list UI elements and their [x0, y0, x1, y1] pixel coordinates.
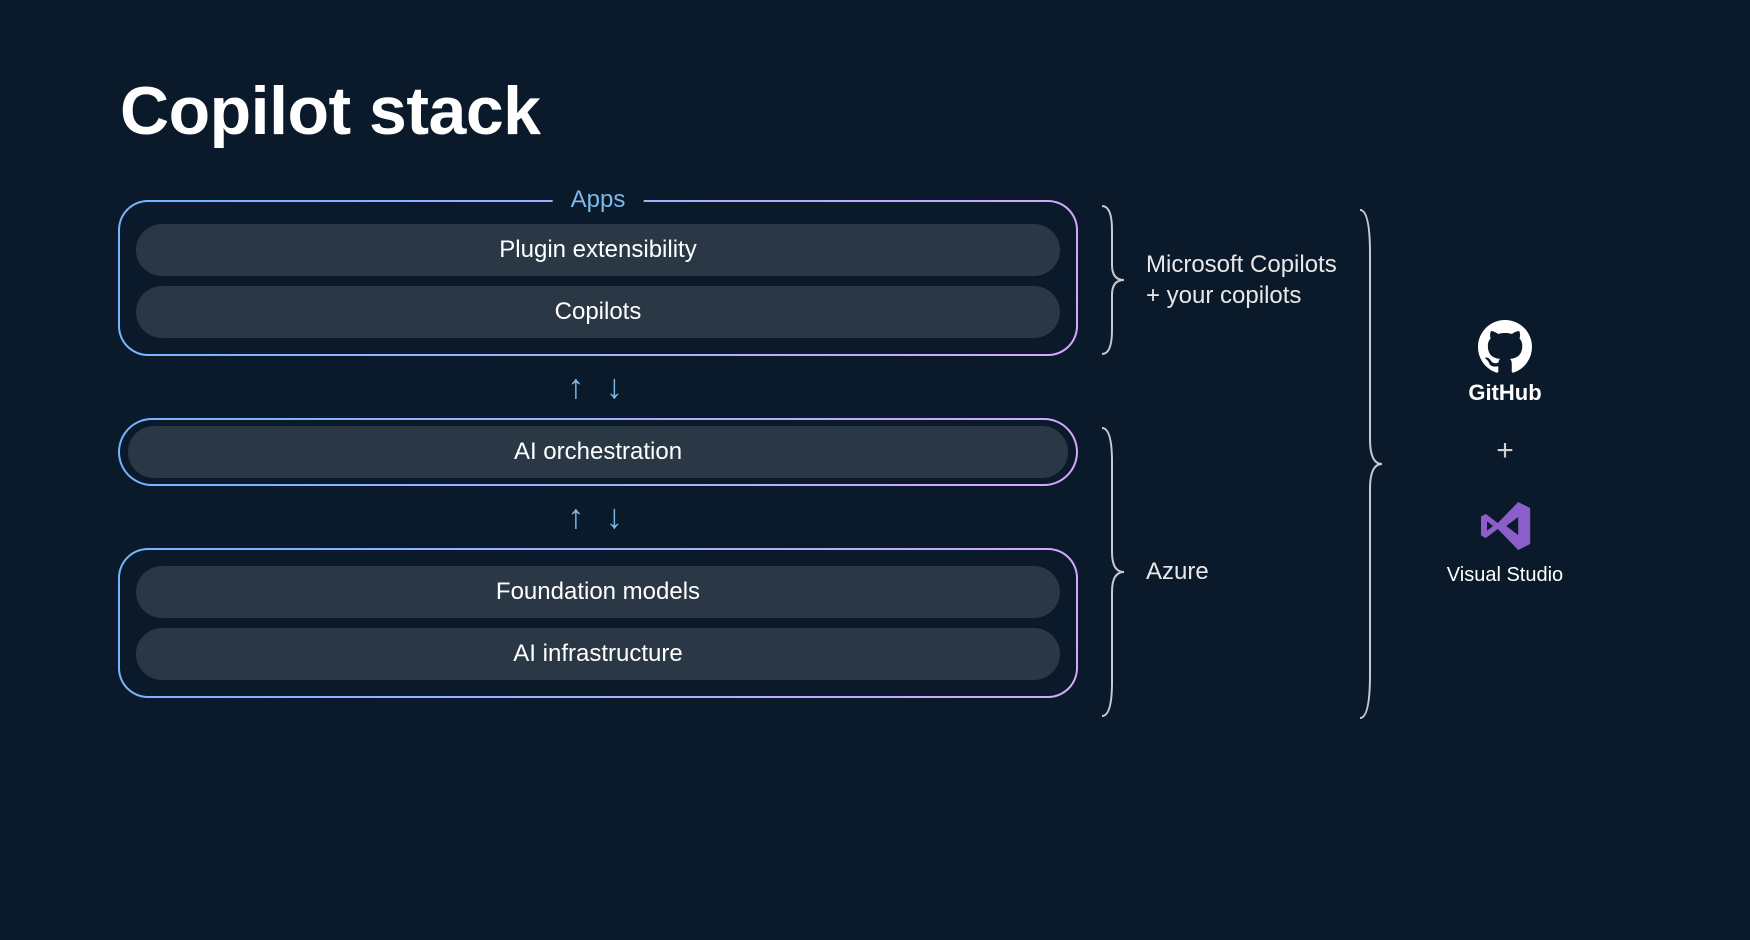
curly-brace-icon: [1098, 422, 1128, 722]
layer-foundation: Foundation models AI infrastructure: [118, 548, 1078, 698]
github-brand: GitHub: [1380, 320, 1630, 406]
pill-ai-infrastructure: AI infrastructure: [136, 628, 1060, 680]
github-icon: [1478, 320, 1532, 374]
layer-orchestration: AI orchestration: [118, 418, 1078, 486]
right-brands-column: GitHub + Visual Studio: [1380, 320, 1630, 587]
curly-brace-icon: [1098, 200, 1128, 360]
bidirectional-arrows-icon: ↑ ↓: [118, 486, 1078, 548]
layer-apps: Apps Plugin extensibility Copilots: [118, 200, 1078, 356]
brace-top-line2: + your copilots: [1146, 282, 1301, 309]
bidirectional-arrows-icon: ↑ ↓: [118, 356, 1078, 418]
visual-studio-brand: Visual Studio: [1380, 496, 1630, 587]
pill-plugin-extensibility: Plugin extensibility: [136, 224, 1060, 276]
visual-studio-label: Visual Studio: [1447, 564, 1563, 587]
page-title: Copilot stack: [120, 72, 540, 150]
plus-separator: +: [1380, 434, 1630, 468]
pill-copilots: Copilots: [136, 286, 1060, 338]
layer-apps-label: Apps: [553, 186, 644, 214]
pill-ai-orchestration: AI orchestration: [128, 426, 1068, 478]
brace-bottom-label: Azure: [1146, 556, 1209, 587]
visual-studio-icon: [1475, 496, 1535, 556]
brace-top-group: Microsoft Copilots + your copilots: [1098, 200, 1337, 360]
brace-bottom-group: Azure: [1098, 422, 1209, 722]
pill-foundation-models: Foundation models: [136, 566, 1060, 618]
github-label: GitHub: [1468, 380, 1541, 406]
brace-top-line1: Microsoft Copilots: [1146, 251, 1337, 278]
stack-diagram: Apps Plugin extensibility Copilots ↑ ↓ A…: [118, 200, 1078, 698]
brace-top-label: Microsoft Copilots + your copilots: [1146, 249, 1337, 311]
